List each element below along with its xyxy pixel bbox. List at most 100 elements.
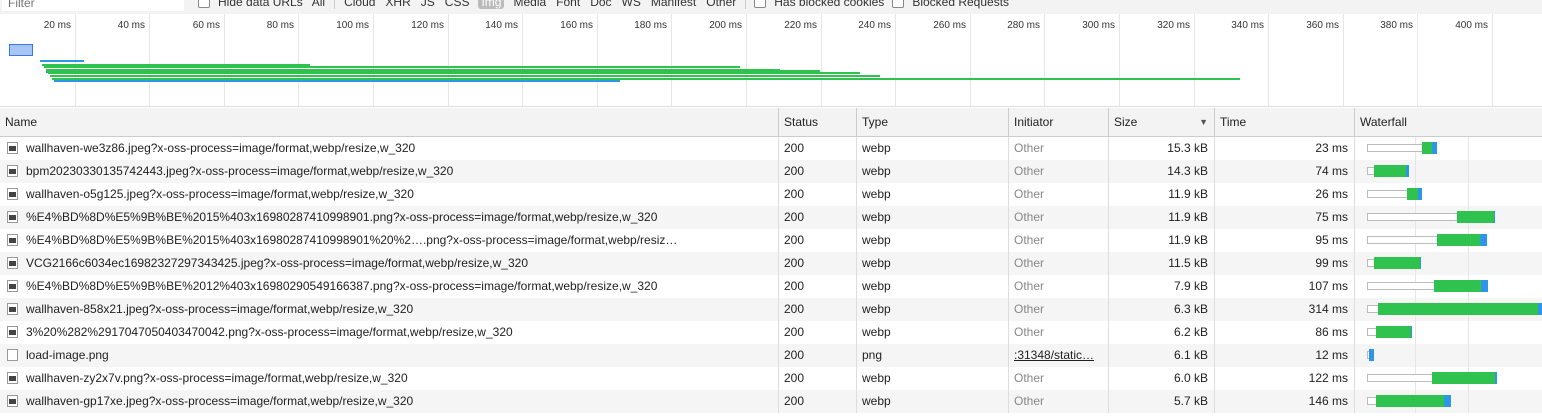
waterfall-receiving-bar	[1433, 280, 1482, 292]
table-row[interactable]: %E4%BD%8D%E5%9B%BE%2015%403x169802874109…	[0, 206, 1542, 229]
request-initiator: Other	[1008, 321, 1108, 344]
table-row[interactable]: wallhaven-zy2x7v.png?x-oss-process=image…	[0, 367, 1542, 390]
request-initiator: Other	[1008, 275, 1108, 298]
column-header-name[interactable]: Name	[0, 108, 778, 136]
table-row[interactable]: wallhaven-858x21.jpeg?x-oss-process=imag…	[0, 298, 1542, 321]
request-name[interactable]: VCG2166c6034ec16982327297343425.jpeg?x-o…	[0, 252, 778, 275]
waterfall-cell[interactable]	[1354, 367, 1542, 390]
waterfall-waiting-bar	[1367, 328, 1376, 336]
type-filter-all[interactable]: All	[311, 0, 326, 9]
has-blocked-cookies-checkbox[interactable]	[754, 0, 767, 8]
waterfall-cell[interactable]	[1354, 206, 1542, 229]
waterfall-cell[interactable]	[1354, 275, 1542, 298]
table-row[interactable]: wallhaven-o5g125.jpeg?x-oss-process=imag…	[0, 183, 1542, 206]
overview-tick-label: 400 ms	[1455, 20, 1488, 31]
waterfall-download-bar	[1418, 188, 1422, 200]
waterfall-receiving-bar	[1374, 257, 1420, 269]
table-row[interactable]: 3%20%282%2917047050403470042.png?x-oss-p…	[0, 321, 1542, 344]
type-filter-css[interactable]: CSS	[444, 0, 471, 9]
column-header-waterfall[interactable]: Waterfall	[1354, 108, 1542, 136]
request-name[interactable]: wallhaven-we3z86.jpeg?x-oss-process=imag…	[0, 137, 778, 160]
request-name[interactable]: 3%20%282%2917047050403470042.png?x-oss-p…	[0, 321, 778, 344]
request-type: webp	[856, 321, 1008, 344]
request-name[interactable]: wallhaven-o5g125.jpeg?x-oss-process=imag…	[0, 183, 778, 206]
request-initiator: Other	[1008, 183, 1108, 206]
request-time: 146 ms	[1214, 390, 1354, 413]
request-name[interactable]: %E4%BD%8D%E5%9B%BE%2015%403x169802874109…	[0, 229, 778, 252]
request-time: 74 ms	[1214, 160, 1354, 183]
sort-descending-icon: ▼	[1199, 117, 1208, 127]
toolbar-row: Hide data URLs All Cloud XHR JS CSS Img …	[198, 0, 1009, 9]
overview-gridline	[671, 14, 672, 106]
request-type: webp	[856, 275, 1008, 298]
waterfall-cell[interactable]	[1354, 344, 1542, 367]
column-header-time[interactable]: Time	[1214, 108, 1354, 136]
table-row[interactable]: %E4%BD%8D%E5%9B%BE%2012%403x169802905491…	[0, 275, 1542, 298]
type-filter-js[interactable]: JS	[420, 0, 436, 9]
waterfall-waiting-bar	[1367, 305, 1378, 313]
request-name[interactable]: wallhaven-zy2x7v.png?x-oss-process=image…	[0, 367, 778, 390]
type-filter-doc[interactable]: Doc	[589, 0, 612, 9]
waterfall-download-bar	[1495, 372, 1498, 384]
request-size: 11.5 kB	[1108, 252, 1214, 275]
table-row[interactable]: wallhaven-gp17xe.jpeg?x-oss-process=imag…	[0, 390, 1542, 413]
request-status: 200	[778, 137, 856, 160]
waterfall-waiting-bar	[1367, 213, 1457, 221]
filter-input[interactable]	[2, 0, 184, 11]
request-name[interactable]: wallhaven-858x21.jpeg?x-oss-process=imag…	[0, 298, 778, 321]
overview-tick-label: 60 ms	[192, 20, 220, 31]
request-name[interactable]: load-image.png	[0, 344, 778, 367]
type-filter-font[interactable]: Font	[555, 0, 581, 9]
waterfall-cell[interactable]	[1354, 229, 1542, 252]
request-status: 200	[778, 160, 856, 183]
waterfall-cell[interactable]	[1354, 390, 1542, 413]
type-filter-other[interactable]: Other	[705, 0, 737, 9]
request-name[interactable]: wallhaven-gp17xe.jpeg?x-oss-process=imag…	[0, 390, 778, 413]
table-row[interactable]: wallhaven-we3z86.jpeg?x-oss-process=imag…	[0, 137, 1542, 160]
type-filter-media[interactable]: Media	[512, 0, 547, 9]
waterfall-cell[interactable]	[1354, 137, 1542, 160]
request-status: 200	[778, 252, 856, 275]
blocked-requests-label: Blocked Requests	[912, 0, 1010, 9]
request-type: webp	[856, 367, 1008, 390]
column-header-initiator[interactable]: Initiator	[1008, 108, 1108, 136]
overview-gridline	[1343, 14, 1344, 106]
request-name[interactable]: %E4%BD%8D%E5%9B%BE%2012%403x169802905491…	[0, 275, 778, 298]
overview-request-bar	[50, 75, 880, 77]
type-filter-xhr[interactable]: XHR	[384, 0, 411, 9]
table-row[interactable]: load-image.png 200 png:31348/static… 6.1 kB…	[0, 344, 1542, 367]
type-filter-cloud[interactable]: Cloud	[343, 0, 376, 9]
overview-gridline	[1119, 14, 1120, 106]
waterfall-gridline	[1415, 321, 1416, 344]
overview-gridline	[224, 14, 225, 106]
hide-data-urls-checkbox[interactable]	[198, 0, 210, 8]
table-row[interactable]: VCG2166c6034ec16982327297343425.jpeg?x-o…	[0, 252, 1542, 275]
table-row[interactable]: bpm20230330135742443.jpeg?x-oss-process=…	[0, 160, 1542, 183]
overview-request-bar	[54, 80, 620, 82]
column-header-status[interactable]: Status	[778, 108, 856, 136]
blocked-requests-checkbox[interactable]	[892, 0, 905, 8]
waterfall-cell[interactable]	[1354, 252, 1542, 275]
request-initiator[interactable]: :31348/static…	[1008, 344, 1108, 367]
waterfall-cell[interactable]	[1354, 321, 1542, 344]
overview-selection-handle[interactable]	[9, 44, 33, 56]
request-size: 6.1 kB	[1108, 344, 1214, 367]
column-header-size[interactable]: Size ▼	[1108, 108, 1214, 136]
overview-tick-label: 360 ms	[1306, 20, 1339, 31]
request-name[interactable]: %E4%BD%8D%E5%9B%BE%2015%403x169802874109…	[0, 206, 778, 229]
waterfall-waiting-bar	[1367, 374, 1433, 382]
overview-gridline	[298, 14, 299, 106]
column-header-type[interactable]: Type	[856, 108, 1008, 136]
request-name[interactable]: bpm20230330135742443.jpeg?x-oss-process=…	[0, 160, 778, 183]
waterfall-cell[interactable]	[1354, 160, 1542, 183]
request-status: 200	[778, 206, 856, 229]
type-filter-manifest[interactable]: Manifest	[650, 0, 697, 9]
type-filter-ws[interactable]: WS	[621, 0, 642, 9]
table-row[interactable]: %E4%BD%8D%E5%9B%BE%2015%403x169802874109…	[0, 229, 1542, 252]
type-filter-img[interactable]: Img	[478, 0, 505, 9]
waterfall-cell[interactable]	[1354, 298, 1542, 321]
network-overview[interactable]: 20 ms 40 ms 60 ms 80 ms 100 ms 120 ms 140 ms 16…	[0, 14, 1542, 107]
overview-tick-label: 260 ms	[933, 20, 966, 31]
waterfall-cell[interactable]	[1354, 183, 1542, 206]
request-type: webp	[856, 229, 1008, 252]
